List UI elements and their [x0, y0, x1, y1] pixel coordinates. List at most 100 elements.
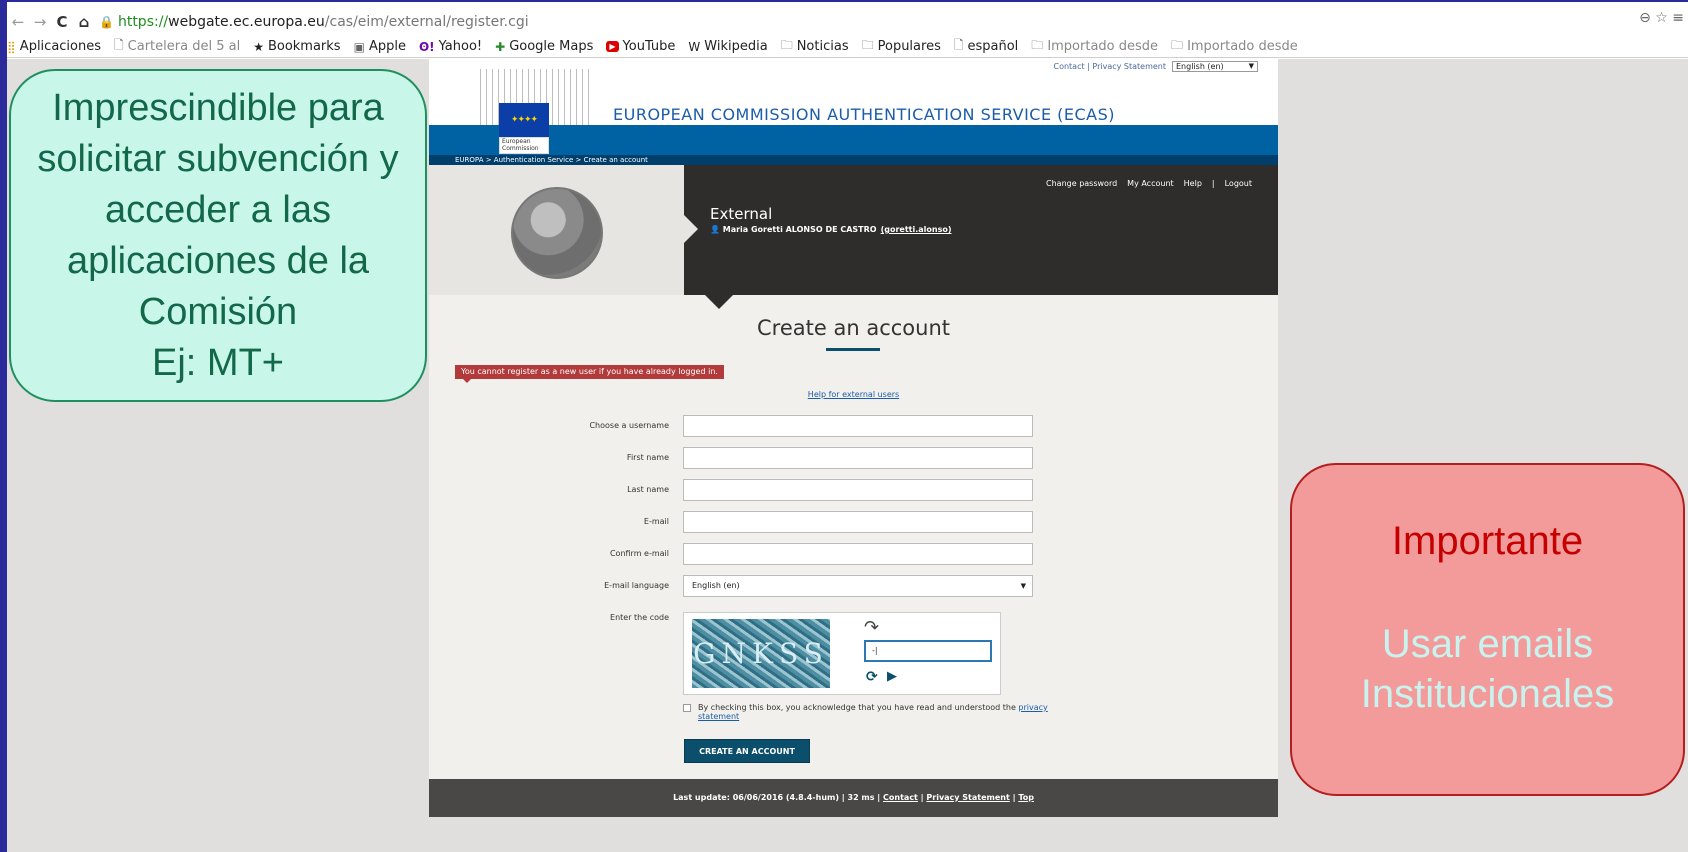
page-icon: ▣: [353, 39, 365, 54]
create-account-button[interactable]: CREATE AN ACCOUNT: [684, 739, 810, 763]
address-bar: ← → C ⌂ 🔒 https://webgate.ec.europa.eu/c…: [7, 10, 1688, 34]
row-email-language: E-mail language English (en) ▼: [429, 550, 1278, 597]
page-title: Create an account: [757, 316, 950, 340]
contact-link[interactable]: Contact: [1053, 62, 1084, 71]
user-icon: 👤: [710, 225, 723, 234]
panel-down-arrow: [705, 295, 733, 309]
error-message: You cannot register as a new user if you…: [455, 365, 724, 379]
footer-top-link[interactable]: Top: [1018, 793, 1034, 802]
bookmark-populares[interactable]: 🗀 Populares: [862, 36, 941, 57]
callout-important-body: Usar emails Institucionales: [1360, 622, 1615, 716]
bookmark-yahoo[interactable]: ʘ! Yahoo!: [419, 39, 482, 54]
url-path: /cas/eim/external/register.cgi: [324, 14, 529, 30]
enter-code-label: Enter the code: [610, 613, 669, 622]
folder-icon: 🗀: [1171, 38, 1184, 52]
user-role: External: [710, 205, 773, 223]
row-first-name: First name: [429, 422, 1278, 469]
folder-icon: 🗀: [780, 38, 793, 52]
star-icon[interactable]: ☆: [1655, 10, 1668, 26]
footer-privacy-link[interactable]: Privacy Statement: [926, 793, 1009, 802]
callout-line: Imprescindible para: [52, 86, 384, 129]
yahoo-icon: ʘ!: [418, 39, 435, 54]
separator: |: [1211, 179, 1215, 188]
home-icon[interactable]: ⌂: [73, 13, 95, 31]
user-login-link[interactable]: (goretti.alonso): [881, 225, 952, 234]
panel-arrow: [684, 215, 698, 243]
youtube-icon: ▶: [606, 41, 619, 52]
footer-contact-link[interactable]: Contact: [883, 793, 918, 802]
european-commission-logo[interactable]: ✦✦✦✦ European Commission: [475, 69, 593, 154]
captcha-letters: GNKSS: [693, 637, 829, 670]
bookmarks-bar: ⣿ Aplicaciones 🗋 Cartelera del 5 al ★ Bookm…: [7, 36, 1688, 58]
user-name: 👤 Maria Goretti ALONSO DE CASTRO (gorett…: [710, 225, 952, 234]
breadcrumb[interactable]: EUROPA > Authentication Service > Create…: [429, 155, 1278, 165]
star-filled-icon: ★: [253, 39, 264, 54]
address-actions: ⊖ ☆ ≡: [1639, 10, 1684, 26]
url-field[interactable]: 🔒 https://webgate.ec.europa.eu/cas/eim/e…: [99, 14, 529, 30]
bookmark-importado-2[interactable]: 🗀 Importado desde: [1171, 36, 1298, 57]
callout-important: Importante Usar emails Institucionales: [1290, 463, 1685, 796]
user-links: Change password My Account Help | Logout: [1036, 179, 1252, 188]
refresh-icon[interactable]: ⟳: [866, 669, 878, 685]
logout-link[interactable]: Logout: [1225, 179, 1252, 188]
row-confirm-email: Confirm e-mail: [429, 518, 1278, 565]
bookmark-wikipedia[interactable]: W Wikipedia: [688, 39, 767, 54]
ecas-page: Contact | Privacy Statement English (en)…: [429, 59, 1278, 817]
captcha-image: GNKSS: [692, 619, 830, 688]
bookmark-importado-1[interactable]: 🗀 Importado desde: [1031, 36, 1158, 57]
ecas-top-links: Contact | Privacy Statement English (en)…: [1053, 61, 1258, 72]
captcha-box: GNKSS ↷ -| ⟳ ▶: [683, 612, 1001, 695]
row-enter-code: Enter the code: [429, 582, 1278, 622]
privacy-checkbox[interactable]: [683, 704, 691, 712]
callout-line: Ej: MT+: [152, 341, 284, 384]
privacy-row: By checking this box, you acknowledge th…: [683, 703, 1053, 721]
change-password-link[interactable]: Change password: [1046, 179, 1117, 188]
play-icon[interactable]: ▶: [887, 669, 897, 684]
row-last-name: Last name: [429, 454, 1278, 501]
zoom-icon[interactable]: ⊖: [1639, 10, 1651, 26]
user-panel: Change password My Account Help | Logout…: [684, 165, 1278, 295]
folder-icon: 🗀: [1031, 38, 1044, 52]
callout-line: solicitar subvención y: [37, 137, 399, 180]
help-link-top[interactable]: Help: [1184, 179, 1202, 188]
captcha-next-icon[interactable]: ↷: [864, 617, 879, 638]
back-icon[interactable]: ←: [7, 13, 29, 31]
row-username: Choose a username: [429, 390, 1278, 437]
bookmark-google-maps[interactable]: ✚ Google Maps: [495, 39, 593, 54]
globe-icon: [511, 187, 603, 279]
bookmark-cartelera[interactable]: 🗋 Cartelera del 5 al: [114, 36, 240, 57]
title-underline: [826, 348, 880, 351]
captcha-input[interactable]: -|: [864, 640, 992, 662]
ecas-footer: Last update: 06/06/2016 (4.8.4-hum) | 32…: [429, 779, 1278, 817]
callout-line: Comisión: [138, 290, 298, 333]
page-icon: 🗋: [953, 38, 964, 52]
privacy-link[interactable]: Privacy Statement: [1092, 62, 1166, 71]
bookmark-youtube[interactable]: ▶ YouTube: [606, 39, 675, 54]
wikipedia-icon: W: [688, 39, 701, 54]
reload-icon[interactable]: C: [51, 13, 73, 31]
lock-icon: 🔒: [99, 15, 114, 29]
globe-panel: [429, 165, 684, 295]
apps-grid-icon: ⣿: [7, 39, 16, 54]
page-icon: 🗋: [114, 38, 124, 52]
forward-icon[interactable]: →: [29, 13, 51, 31]
caret-down-icon: ▼: [1248, 62, 1254, 70]
url-scheme: https://: [117, 14, 169, 30]
menu-icon[interactable]: ≡: [1672, 10, 1684, 26]
callout-line: aplicaciones de la: [66, 239, 370, 282]
privacy-text: By checking this box, you acknowledge th…: [698, 703, 1048, 721]
row-email: E-mail: [429, 486, 1278, 533]
bookmark-apple[interactable]: ▣ Apple: [354, 39, 406, 54]
bookmark-noticias[interactable]: 🗀 Noticias: [781, 36, 849, 57]
language-select[interactable]: English (en) ▼: [1172, 61, 1258, 72]
my-account-link[interactable]: My Account: [1127, 179, 1173, 188]
bookmark-espanol[interactable]: 🗋 español: [954, 36, 1018, 57]
folder-icon: 🗀: [861, 38, 874, 52]
callout-line: acceder a las: [104, 188, 331, 231]
bookmark-bookmarks[interactable]: ★ Bookmarks: [253, 39, 340, 54]
error-tail: [463, 379, 471, 383]
ecas-title: EUROPEAN COMMISSION AUTHENTICATION SERVI…: [613, 105, 1116, 124]
callout-important-title: Importante: [1391, 519, 1584, 563]
bookmark-apps[interactable]: ⣿ Aplicaciones: [7, 39, 101, 54]
url-host: webgate.ec.europa.eu: [168, 14, 325, 30]
